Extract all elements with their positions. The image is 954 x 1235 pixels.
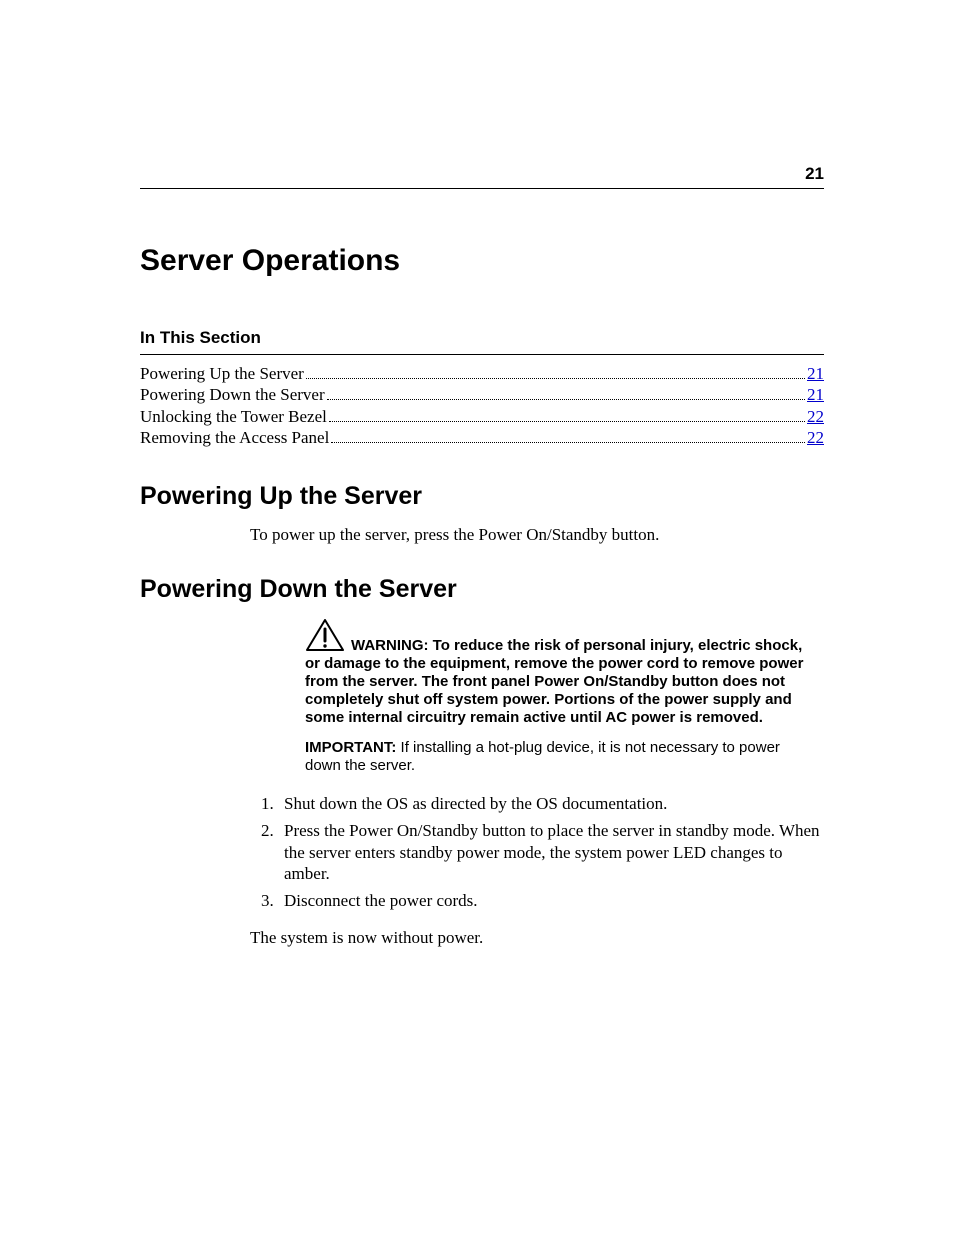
toc-page-link[interactable]: 22 (807, 406, 824, 427)
table-of-contents: Powering Up the Server 21 Powering Down … (140, 354, 824, 448)
section-heading-powering-down: Powering Down the Server (140, 575, 824, 604)
toc-title: Removing the Access Panel (140, 427, 329, 448)
toc-leader (331, 432, 805, 442)
toc-page-link[interactable]: 21 (807, 384, 824, 405)
toc-page-link[interactable]: 22 (807, 427, 824, 448)
in-this-section-heading: In This Section (140, 328, 824, 348)
important-label: IMPORTANT: (305, 739, 401, 756)
important-note: IMPORTANT: If installing a hot-plug devi… (305, 739, 794, 775)
toc-title: Unlocking the Tower Bezel (140, 406, 327, 427)
toc-leader (306, 369, 805, 379)
page: 21 Server Operations In This Section Pow… (0, 0, 954, 1235)
paragraph: The system is now without power. (250, 928, 824, 948)
page-content: Server Operations In This Section Poweri… (140, 244, 824, 965)
section-powering-down: Powering Down the Server WARNING: To red… (140, 575, 824, 948)
paragraph: To power up the server, press the Power … (250, 525, 824, 545)
toc-title: Powering Up the Server (140, 363, 304, 384)
toc-entry: Removing the Access Panel 22 (140, 427, 824, 448)
toc-entry: Powering Down the Server 21 (140, 384, 824, 405)
warning-label: WARNING: (351, 637, 433, 654)
toc-leader (327, 390, 805, 400)
page-title: Server Operations (140, 244, 824, 278)
header-rule (140, 188, 824, 189)
page-number: 21 (805, 164, 824, 184)
list-item: Press the Power On/Standby button to pla… (278, 820, 824, 884)
list-item: Disconnect the power cords. (278, 890, 824, 911)
toc-entry: Unlocking the Tower Bezel 22 (140, 406, 824, 427)
warning-triangle-icon (305, 618, 345, 657)
ordered-steps-list: Shut down the OS as directed by the OS d… (250, 793, 824, 911)
warning-note: WARNING: To reduce the risk of personal … (305, 618, 814, 727)
toc-leader (329, 411, 805, 421)
toc-title: Powering Down the Server (140, 384, 325, 405)
toc-page-link[interactable]: 21 (807, 363, 824, 384)
toc-entry: Powering Up the Server 21 (140, 363, 824, 384)
section-heading-powering-up: Powering Up the Server (140, 482, 824, 511)
list-item: Shut down the OS as directed by the OS d… (278, 793, 824, 814)
